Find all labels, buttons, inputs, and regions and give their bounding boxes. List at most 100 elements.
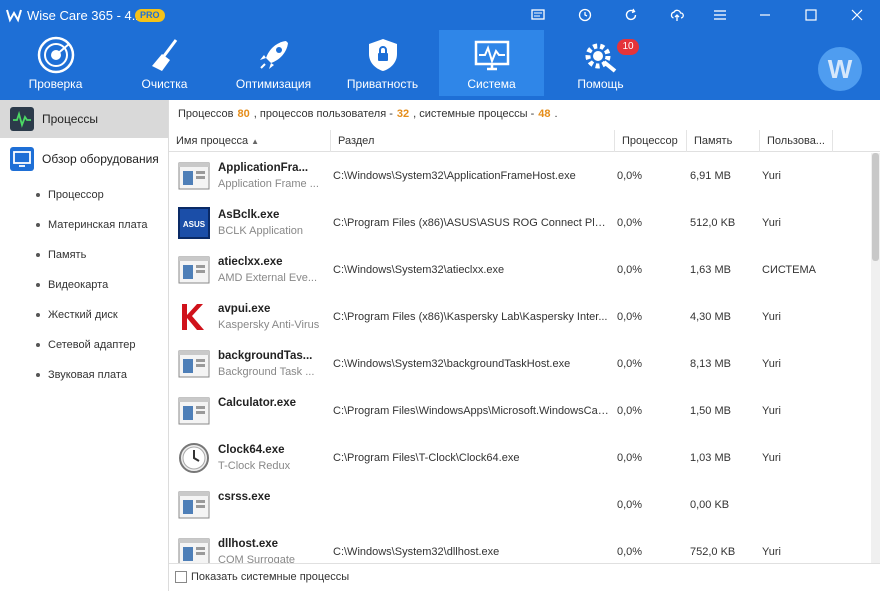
column-header-cpu[interactable]: Процессор xyxy=(615,130,687,152)
sidebar-subitem-label: Сетевой адаптер xyxy=(48,339,136,351)
process-path: C:\Windows\System32\backgroundTaskHost.e… xyxy=(333,358,571,370)
maximize-button[interactable] xyxy=(788,0,834,30)
process-memory: 6,91 MB xyxy=(690,170,731,182)
process-cpu: 0,0% xyxy=(617,358,643,370)
process-memory: 752,0 KB xyxy=(690,546,736,558)
sidebar-subitem-videocard[interactable]: Видеокарта xyxy=(36,275,108,295)
process-user: Yuri xyxy=(762,546,781,558)
schedule-button[interactable] xyxy=(562,0,608,30)
process-cpu: 0,0% xyxy=(617,311,643,323)
help-notification-badge: 10 xyxy=(617,39,639,55)
table-row[interactable]: backgroundTas... Background Task ... C:\… xyxy=(169,341,871,388)
cloud-button[interactable] xyxy=(654,0,700,30)
process-cpu: 0,0% xyxy=(617,170,643,182)
process-memory: 4,30 MB xyxy=(690,311,731,323)
process-cpu: 0,0% xyxy=(617,499,643,511)
summary-process-count: 80 xyxy=(237,108,250,120)
process-name: csrss.exe xyxy=(218,491,271,503)
sidebar-item-processes[interactable]: Процессы xyxy=(0,100,168,138)
clock-icon xyxy=(179,443,209,473)
sidebar-subitem-harddisk[interactable]: Жесткий диск xyxy=(36,305,118,325)
bullet-icon xyxy=(36,223,40,227)
process-name: avpui.exe xyxy=(218,303,271,315)
nav-system[interactable]: Система xyxy=(439,30,544,96)
hardware-monitor-icon xyxy=(10,147,34,171)
minimize-button[interactable] xyxy=(742,0,788,30)
sidebar-item-label: Процессы xyxy=(42,112,99,126)
process-memory: 1,50 MB xyxy=(690,405,731,417)
show-system-processes-label[interactable]: Показать системные процессы xyxy=(191,571,349,583)
process-name: ApplicationFra... xyxy=(218,162,309,174)
nav-label: Помощь xyxy=(577,77,624,91)
sidebar-subitem-cpu[interactable]: Процессор xyxy=(36,185,104,205)
footer: Показать системные процессы xyxy=(169,563,880,591)
process-path: C:\Program Files (x86)\ASUS\ASUS ROG Con… xyxy=(333,217,609,229)
process-summary: Процессов 80, процессов пользователя -32,… xyxy=(178,108,558,120)
table-row[interactable]: Clock64.exe T-Clock Redux C:\Program Fil… xyxy=(169,435,871,482)
window-app-icon xyxy=(178,397,210,425)
process-cpu: 0,0% xyxy=(617,546,643,558)
table-row[interactable]: avpui.exe Kaspersky Anti-Virus C:\Progra… xyxy=(169,294,871,341)
refresh-button[interactable] xyxy=(608,0,654,30)
table-row[interactable]: ASUS AsBclk.exe BCLK Application C:\Prog… xyxy=(169,200,871,247)
process-name: Clock64.exe xyxy=(218,444,285,456)
process-name: backgroundTas... xyxy=(218,350,313,362)
process-description: BCLK Application xyxy=(218,225,303,237)
nav-privacy[interactable]: Приватность xyxy=(330,30,435,96)
avatar-letter: W xyxy=(827,54,853,84)
bullet-icon xyxy=(36,283,40,287)
table-row[interactable]: Calculator.exe C:\Program Files\WindowsA… xyxy=(169,388,871,435)
table-row[interactable]: csrss.exe 0,0% 0,00 KB xyxy=(169,482,871,529)
process-description: Kaspersky Anti-Virus xyxy=(218,319,320,331)
process-name: atieclxx.exe xyxy=(218,256,283,268)
summary-user-count: 32 xyxy=(396,108,410,120)
bullet-icon xyxy=(36,313,40,317)
sidebar-subitem-memory[interactable]: Память xyxy=(36,245,86,265)
close-button[interactable] xyxy=(834,0,880,30)
process-path: C:\Windows\System32\atieclxx.exe xyxy=(333,264,505,276)
process-user: Yuri xyxy=(762,452,781,464)
svg-text:ASUS: ASUS xyxy=(183,220,206,229)
avatar[interactable]: W xyxy=(818,47,862,91)
nav-check[interactable]: Проверка xyxy=(3,30,108,96)
table-row[interactable]: ApplicationFra... Application Frame ... … xyxy=(169,153,871,200)
sidebar-subitem-network-adapter[interactable]: Сетевой адаптер xyxy=(36,335,136,355)
sidebar-item-label: Обзор оборудования xyxy=(42,152,159,166)
column-header-memory[interactable]: Память xyxy=(687,130,760,152)
nav-cleanup[interactable]: Очистка xyxy=(112,30,217,96)
column-header-name[interactable]: Имя процесса ▲ xyxy=(169,130,331,152)
scrollbar-thumb[interactable] xyxy=(872,153,879,261)
nav-help[interactable]: Помощь xyxy=(548,30,653,96)
process-description: Application Frame ... xyxy=(218,178,319,190)
window-app-icon xyxy=(178,491,210,519)
column-header-user[interactable]: Пользова... xyxy=(760,130,833,152)
monitor-pulse-icon xyxy=(474,40,509,71)
table-row[interactable]: atieclxx.exe AMD External Eve... C:\Wind… xyxy=(169,247,871,294)
feedback-button[interactable] xyxy=(515,0,561,30)
vertical-scrollbar[interactable] xyxy=(871,153,880,563)
show-system-processes-checkbox[interactable] xyxy=(175,571,187,583)
sidebar-subitem-motherboard[interactable]: Материнская плата xyxy=(36,215,148,235)
process-name: Calculator.exe xyxy=(218,397,296,409)
minimize-icon xyxy=(760,14,770,16)
column-header-section[interactable]: Раздел xyxy=(331,130,615,152)
process-memory: 0,00 KB xyxy=(690,499,730,511)
sidebar-subitem-soundcard[interactable]: Звуковая плата xyxy=(36,365,127,385)
column-header-label: Пользова... xyxy=(767,135,825,147)
nav-label: Система xyxy=(467,77,516,91)
process-cpu: 0,0% xyxy=(617,217,643,229)
nav-optimization[interactable]: Оптимизация xyxy=(221,30,326,96)
bullet-icon xyxy=(36,343,40,347)
app-logo-icon xyxy=(6,9,22,23)
table-row[interactable]: dllhost.exe COM Surrogate C:\Windows\Sys… xyxy=(169,529,871,563)
kaspersky-icon xyxy=(178,301,210,333)
sidebar-subitem-label: Процессор xyxy=(48,189,104,201)
sidebar-subitem-label: Звуковая плата xyxy=(48,369,127,381)
column-header-label: Имя процесса xyxy=(176,135,249,147)
settings-menu-button[interactable] xyxy=(697,0,743,30)
title-bar: Wise Care 365 - 4.24 PRO xyxy=(0,0,880,30)
rocket-icon xyxy=(259,41,288,69)
process-user: Yuri xyxy=(762,405,781,417)
sidebar-item-hardware-overview[interactable]: Обзор оборудования xyxy=(0,140,168,178)
summary-trailing: . xyxy=(554,108,558,120)
